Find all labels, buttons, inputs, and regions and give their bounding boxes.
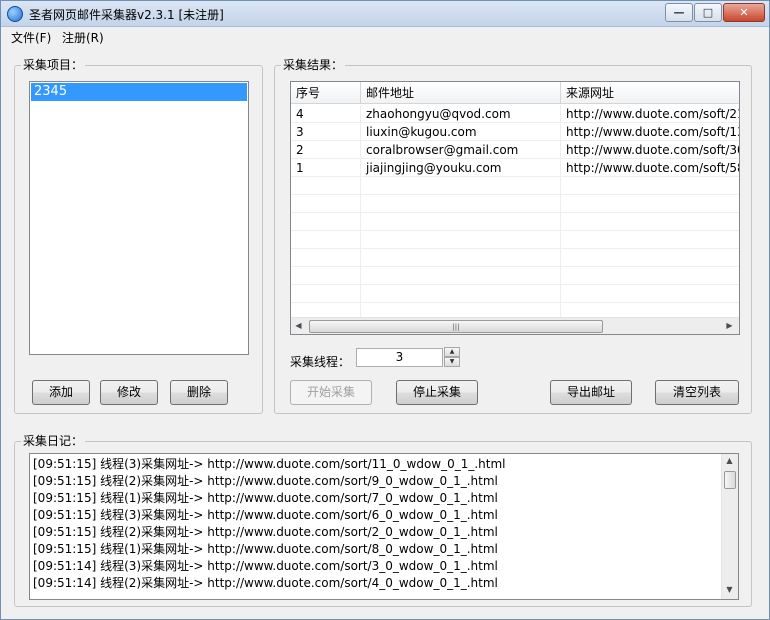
log-line: [09:51:14] 线程(3)采集网址-> http://www.duote.…: [33, 559, 498, 573]
add-project-button[interactable]: 添加: [32, 380, 90, 405]
table-row[interactable]: 1 jiajingjing@youku.com http://www.duote…: [291, 159, 739, 177]
empty-row: [291, 249, 739, 267]
table-row[interactable]: 2 coralbrowser@gmail.com http://www.duot…: [291, 141, 739, 159]
empty-row: [291, 213, 739, 231]
start-collect-button[interactable]: 开始采集: [290, 380, 372, 405]
empty-row: [291, 231, 739, 249]
spin-down-icon: ▼: [449, 358, 455, 365]
clear-list-button[interactable]: 清空列表: [655, 380, 739, 405]
empty-row: [291, 195, 739, 213]
log-group: 采集日记： [09:51:15] 线程(3)采集网址-> http://www.…: [14, 434, 752, 607]
results-grid-body: 4 zhaohongyu@qvod.com http://www.duote.c…: [291, 105, 739, 321]
empty-row: [291, 267, 739, 285]
log-vertical-scrollbar[interactable]: ▲ ▼: [721, 454, 738, 599]
cell-source: http://www.duote.com/soft/58: [561, 159, 739, 177]
project-list-item-selected[interactable]: 2345: [31, 83, 247, 101]
log-output[interactable]: [09:51:15] 线程(3)采集网址-> http://www.duote.…: [29, 453, 739, 600]
grip-icon: |||: [452, 323, 460, 331]
projects-group: 采集项目： 2345 添加 修改 删除: [14, 58, 263, 414]
scroll-up-icon[interactable]: ▲: [725, 456, 734, 465]
window-controls: — □ ✕: [664, 3, 765, 22]
title-bar[interactable]: 圣者网页邮件采集器v2.3.1 [未注册] — □ ✕: [1, 1, 769, 27]
log-line: [09:51:15] 线程(3)采集网址-> http://www.duote.…: [33, 508, 498, 522]
log-line: [09:51:15] 线程(1)采集网址-> http://www.duote.…: [33, 542, 498, 556]
cell-source: http://www.duote.com/soft/13: [561, 123, 739, 141]
menu-register[interactable]: 注册(R): [62, 29, 104, 46]
horizontal-scroll-thumb[interactable]: |||: [309, 320, 603, 333]
minimize-button[interactable]: —: [665, 3, 693, 22]
log-line: [09:51:15] 线程(2)采集网址-> http://www.duote.…: [33, 474, 498, 488]
cell-index: 3: [291, 123, 361, 141]
scroll-down-icon[interactable]: ▼: [725, 585, 734, 594]
vertical-scroll-thumb[interactable]: [724, 471, 736, 489]
export-emails-button[interactable]: 导出邮址: [550, 380, 632, 405]
cell-email: jiajingjing@youku.com: [361, 159, 561, 177]
results-grid-header: 序号 邮件地址 来源网址: [291, 82, 739, 104]
threads-up-button[interactable]: ▲: [444, 347, 460, 357]
cell-index: 4: [291, 105, 361, 123]
log-line: [09:51:15] 线程(3)采集网址-> http://www.duote.…: [33, 457, 506, 471]
scroll-right-icon[interactable]: ▶: [725, 321, 734, 330]
results-grid[interactable]: 序号 邮件地址 来源网址 4 zhaohongyu@qvod.com http:…: [290, 81, 740, 335]
log-legend: 采集日记：: [21, 434, 86, 448]
threads-down-button[interactable]: ▼: [444, 357, 460, 367]
close-icon: ✕: [739, 6, 749, 19]
menu-file[interactable]: 文件(F): [11, 29, 51, 46]
minimize-icon: —: [673, 6, 685, 19]
empty-row: [291, 285, 739, 303]
window-title: 圣者网页邮件采集器v2.3.1 [未注册]: [29, 8, 224, 22]
maximize-button[interactable]: □: [694, 3, 722, 22]
log-lines: [09:51:15] 线程(3)采集网址-> http://www.duote.…: [30, 456, 720, 592]
log-line: [09:51:15] 线程(1)采集网址-> http://www.duote.…: [33, 491, 498, 505]
cell-index: 1: [291, 159, 361, 177]
results-horizontal-scrollbar[interactable]: ◀ ||| ▶: [291, 317, 739, 334]
log-line: [09:51:15] 线程(2)采集网址-> http://www.duote.…: [33, 525, 498, 539]
threads-input[interactable]: 3: [356, 348, 443, 367]
cell-email: coralbrowser@gmail.com: [361, 141, 561, 159]
empty-row: [291, 177, 739, 195]
cell-source: http://www.duote.com/soft/30: [561, 141, 739, 159]
threads-label: 采集线程：: [290, 355, 351, 369]
stop-collect-button[interactable]: 停止采集: [396, 380, 478, 405]
results-group: 采集结果： 序号 邮件地址 来源网址 4 zhaohongyu@qvod.com…: [274, 58, 752, 414]
menu-bar: 文件(F) 注册(R): [1, 27, 769, 47]
scroll-left-icon[interactable]: ◀: [294, 321, 303, 330]
spin-up-icon: ▲: [449, 348, 455, 355]
close-button[interactable]: ✕: [723, 3, 765, 22]
column-header-email[interactable]: 邮件地址: [361, 82, 561, 104]
cell-source: http://www.duote.com/soft/21: [561, 105, 739, 123]
column-header-source[interactable]: 来源网址: [561, 82, 739, 104]
app-window: 圣者网页邮件采集器v2.3.1 [未注册] — □ ✕ 文件(F) 注册(R) …: [0, 0, 770, 620]
project-list[interactable]: 2345: [29, 81, 249, 355]
log-line: [09:51:14] 线程(2)采集网址-> http://www.duote.…: [33, 576, 498, 590]
cell-email: zhaohongyu@qvod.com: [361, 105, 561, 123]
cell-email: liuxin@kugou.com: [361, 123, 561, 141]
cell-index: 2: [291, 141, 361, 159]
column-header-index[interactable]: 序号: [291, 82, 361, 104]
results-legend: 采集结果：: [281, 58, 346, 72]
table-row[interactable]: 3 liuxin@kugou.com http://www.duote.com/…: [291, 123, 739, 141]
table-row[interactable]: 4 zhaohongyu@qvod.com http://www.duote.c…: [291, 105, 739, 123]
app-globe-icon: [7, 6, 23, 22]
delete-project-button[interactable]: 删除: [170, 380, 228, 405]
maximize-icon: □: [702, 6, 714, 19]
edit-project-button[interactable]: 修改: [100, 380, 158, 405]
projects-legend: 采集项目：: [21, 58, 86, 72]
